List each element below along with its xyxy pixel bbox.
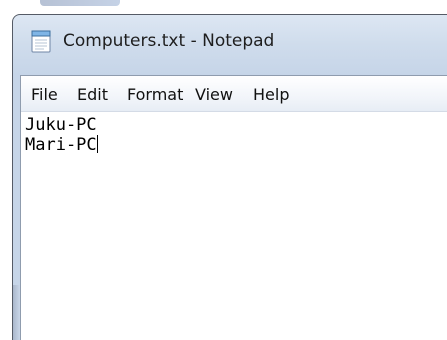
menu-file[interactable]: File xyxy=(31,85,58,105)
menu-bar: File Edit Format View Help xyxy=(21,76,447,112)
notepad-window: Computers.txt - Notepad File Edit Format… xyxy=(12,14,447,340)
menu-help[interactable]: Help xyxy=(253,85,289,105)
window-title: Computers.txt - Notepad xyxy=(63,31,275,51)
editor-line: Mari-PC xyxy=(25,135,447,155)
text-editor[interactable]: Juku-PC Mari-PC xyxy=(21,113,447,340)
editor-line-text: Mari-PC xyxy=(25,135,97,155)
window-left-border xyxy=(13,285,20,340)
menu-edit[interactable]: Edit xyxy=(77,85,108,105)
editor-line-text: Juku-PC xyxy=(25,115,97,135)
menu-format[interactable]: Format xyxy=(127,85,183,105)
text-caret xyxy=(96,135,98,153)
editor-line: Juku-PC xyxy=(25,116,447,135)
menu-view[interactable]: View xyxy=(195,85,233,105)
title-bar[interactable]: Computers.txt - Notepad xyxy=(13,15,447,79)
notepad-icon[interactable] xyxy=(29,29,53,53)
screen: Computers.txt - Notepad File Edit Format… xyxy=(0,0,447,340)
client-area: File Edit Format View Help Juku-PC Mari-… xyxy=(20,75,447,340)
background-window-edge xyxy=(40,0,120,6)
